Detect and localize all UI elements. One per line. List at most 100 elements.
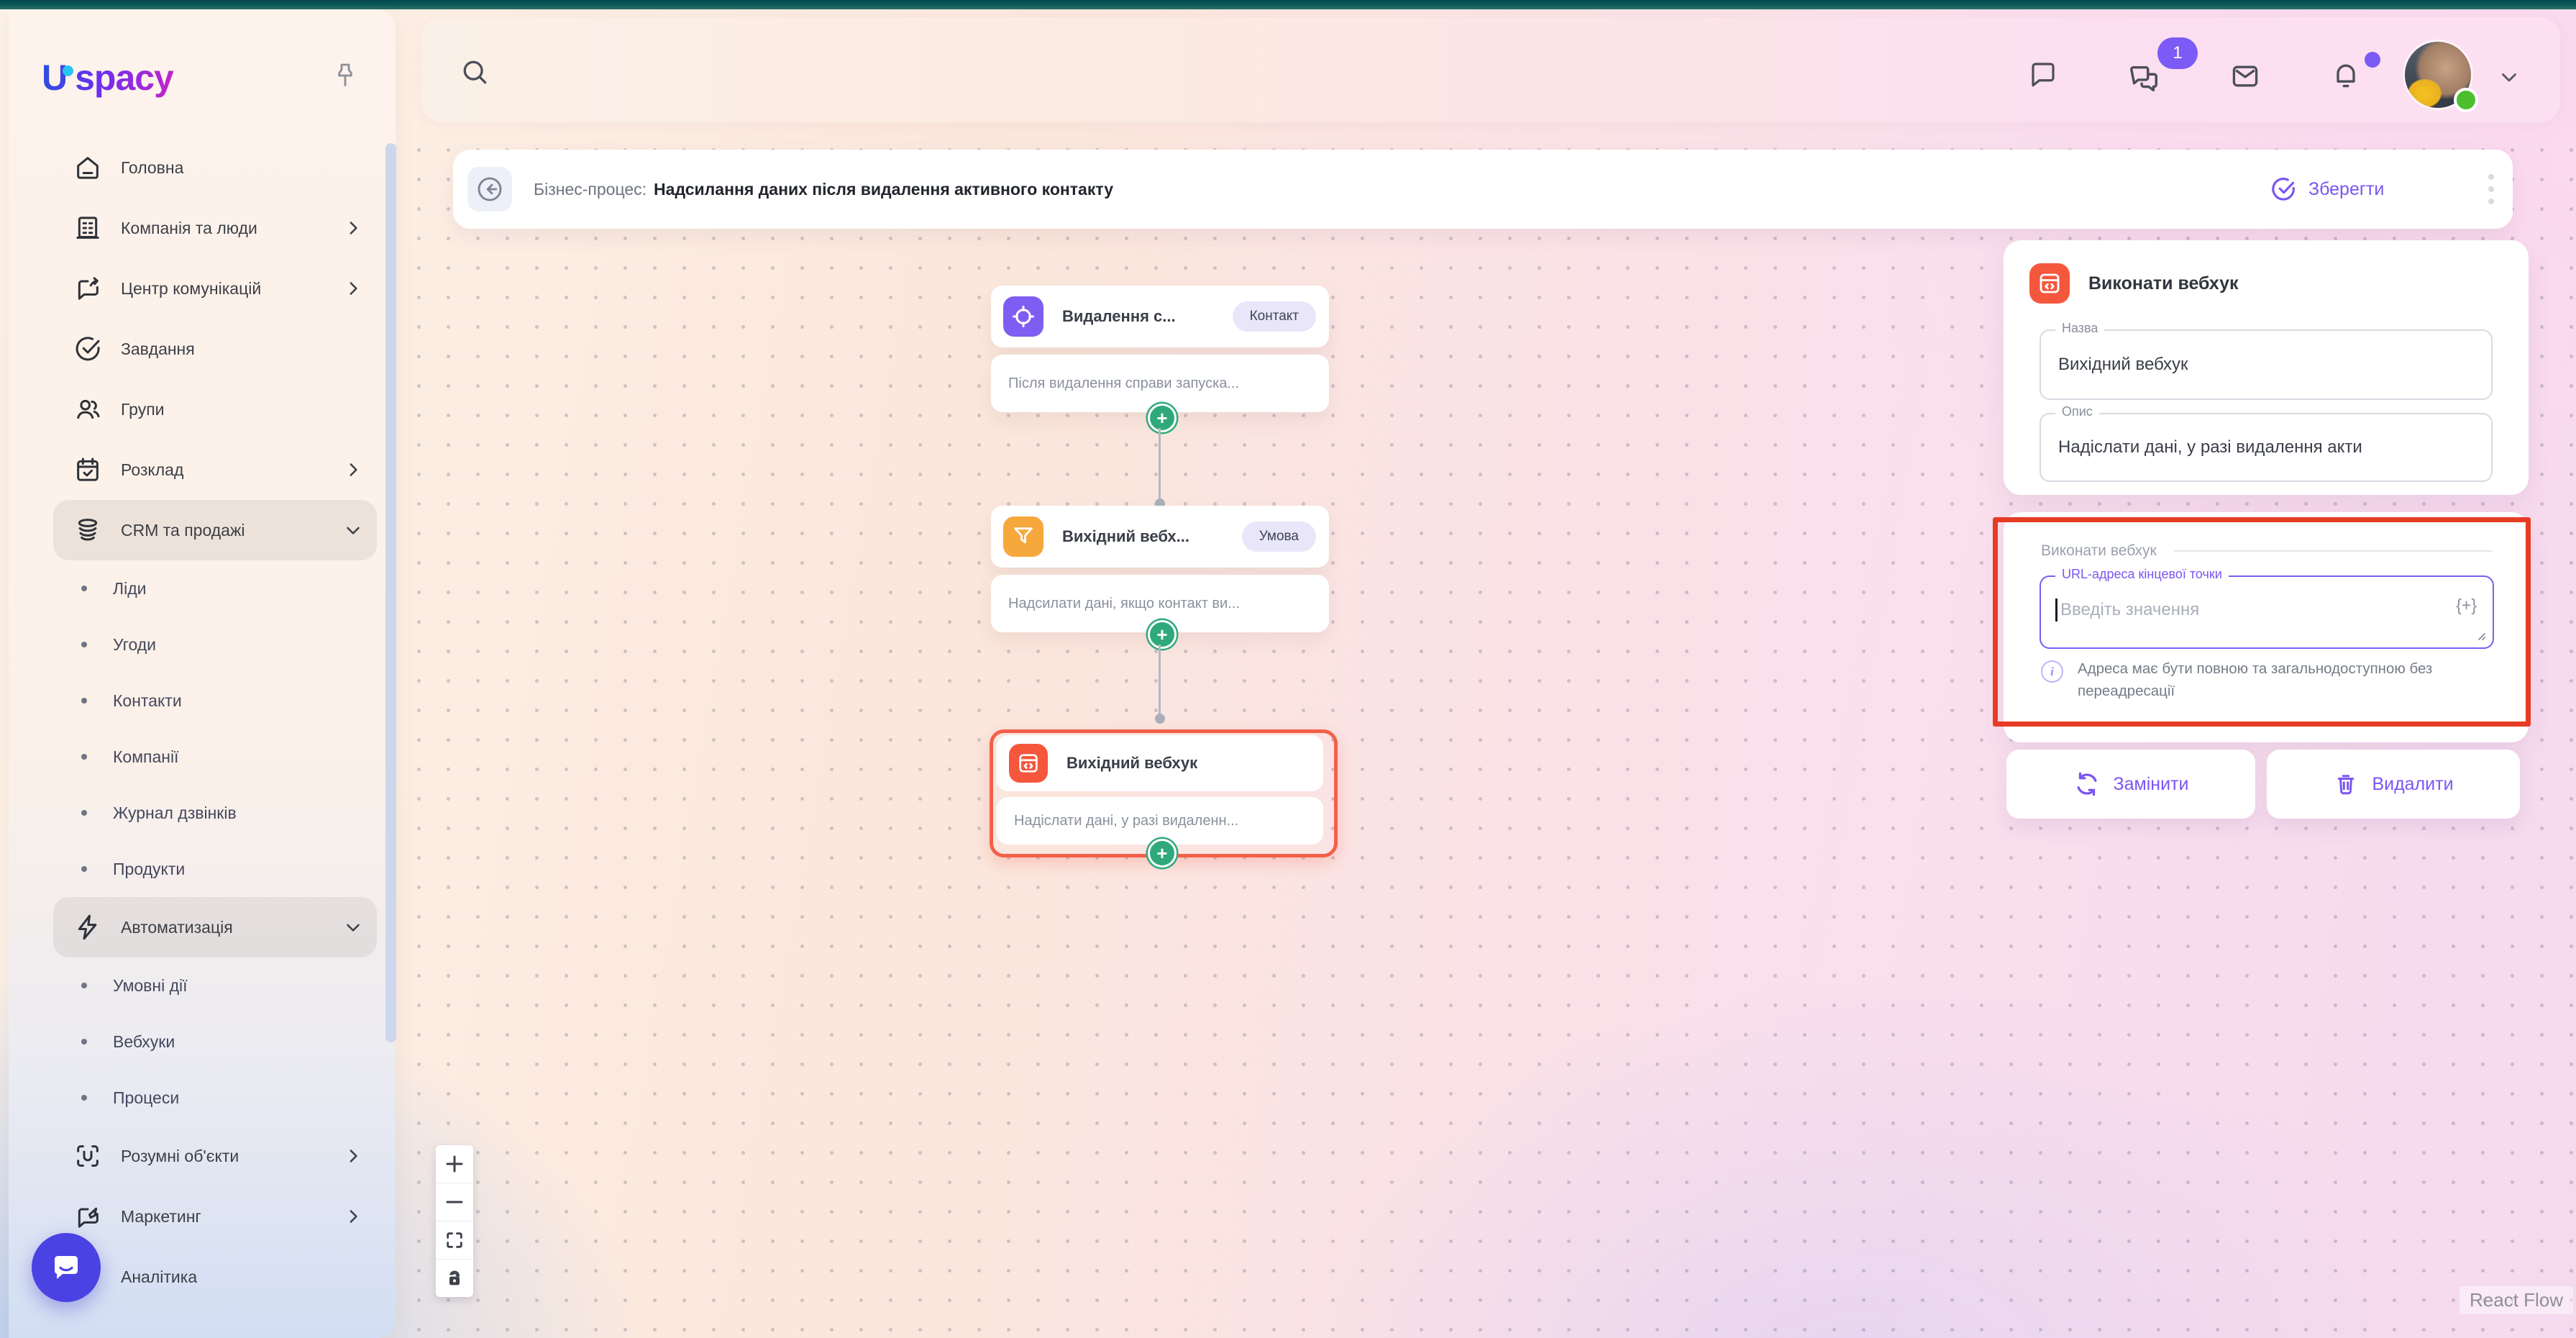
- chevron-right-icon: [342, 1145, 364, 1167]
- name-field[interactable]: Назва Вихідний вебхук: [2040, 321, 2493, 400]
- communications-icon: [73, 274, 102, 303]
- sidebar-item-deals[interactable]: Угоди: [53, 616, 377, 673]
- replace-refresh-icon: [2076, 772, 2097, 796]
- url-input[interactable]: URL-адреса кінцевої точки Введіть значен…: [2040, 567, 2494, 649]
- node-badge: Контакт: [1232, 301, 1316, 332]
- chats-icon: [2130, 65, 2157, 92]
- logo-dot-icon: [63, 65, 74, 77]
- panel-header: Виконати вебхук: [2029, 263, 2239, 304]
- sidebar-item-webhooks[interactable]: Вебхуки: [53, 1014, 377, 1070]
- webhook-settings-card: Виконати вебхук Назва Вихідний вебхук Оп…: [2004, 240, 2529, 495]
- sidebar-item-label: Угоди: [113, 634, 157, 654]
- url-hint-text: Адреса має бути повною та загальнодоступ…: [2078, 660, 2433, 699]
- replace-button[interactable]: Замінити: [2006, 750, 2255, 819]
- uspacy-logo[interactable]: Uspacy: [42, 57, 173, 99]
- description-field[interactable]: Опис Надіслати дані, у разі видалення ак…: [2040, 404, 2493, 482]
- sidebar-item-company[interactable]: Компанія та люди: [53, 198, 377, 258]
- sidebar-item-contacts[interactable]: Контакти: [53, 673, 377, 729]
- sidebar-item-leads[interactable]: Ліди: [53, 560, 377, 616]
- sidebar-item-companies[interactable]: Компанії: [53, 729, 377, 785]
- sidebar-item-tasks[interactable]: Завдання: [53, 319, 377, 379]
- fit-view-icon: [447, 1232, 462, 1248]
- back-button[interactable]: [467, 167, 512, 211]
- sidebar-item-label: Продукти: [113, 859, 186, 878]
- notifications-button[interactable]: [2330, 59, 2362, 91]
- section-label: Виконати вебхук: [2041, 542, 2157, 559]
- bullet-icon: [81, 1039, 87, 1045]
- sidebar-item-label: Головна: [121, 158, 184, 177]
- support-chat-button[interactable]: [32, 1233, 101, 1302]
- node-trigger-card[interactable]: Видалення с... Контакт: [991, 286, 1329, 347]
- zoom-out-button[interactable]: [436, 1183, 473, 1221]
- node-webhook-card[interactable]: Вихідний вебхук: [997, 735, 1323, 791]
- sidebar-item-automation[interactable]: Автоматизація: [53, 897, 377, 957]
- sidebar-scrollbar[interactable]: [385, 143, 396, 1042]
- online-status-dot: [2454, 88, 2478, 112]
- sidebar-item-marketing[interactable]: Маркетинг: [53, 1186, 377, 1247]
- sidebar-item-communications[interactable]: Центр комунікацій: [53, 258, 377, 319]
- add-step-handle[interactable]: +: [1148, 404, 1177, 432]
- sidebar-item-products[interactable]: Продукти: [53, 841, 377, 897]
- chevron-down-icon: [2502, 73, 2516, 82]
- plus-icon: [446, 1155, 463, 1173]
- sidebar-item-label: Журнал дзвінків: [113, 803, 237, 822]
- sidebar-item-analytics[interactable]: Аналітика: [53, 1247, 377, 1307]
- node-description-text: Після видалення справи запуска...: [1008, 375, 1240, 391]
- node-title: Видалення с...: [1062, 307, 1176, 325]
- chevron-right-icon: [342, 1206, 364, 1227]
- profile-menu-button[interactable]: [2497, 65, 2521, 89]
- bullet-icon: [81, 586, 87, 591]
- resize-grip-icon[interactable]: [2474, 629, 2487, 642]
- text-cursor: [2055, 599, 2057, 622]
- react-flow-attribution[interactable]: React Flow: [2459, 1286, 2574, 1314]
- save-label: Зберегти: [2308, 178, 2385, 199]
- tasks-icon: [73, 334, 102, 363]
- insert-variable-button[interactable]: {+}: [2456, 596, 2477, 615]
- save-button[interactable]: Зберегти: [2270, 150, 2384, 229]
- url-input-placeholder: Введіть значення: [2060, 600, 2200, 619]
- node-webhook-description[interactable]: Надіслати дані, у разі видаленн...: [997, 797, 1323, 845]
- sidebar-item-home[interactable]: Головна: [53, 137, 377, 198]
- sidebar-item-conditional-actions[interactable]: Умовні дії: [53, 957, 377, 1014]
- chats-button[interactable]: [2127, 62, 2160, 95]
- header-menu-button[interactable]: [2470, 168, 2513, 211]
- flow-edge: [1159, 428, 1161, 500]
- comment-button[interactable]: [2028, 59, 2058, 89]
- crm-icon: [73, 516, 102, 545]
- fit-view-button[interactable]: [436, 1221, 473, 1260]
- delete-button-label: Видалити: [2372, 773, 2454, 794]
- sidebar-item-call-log[interactable]: Журнал дзвінків: [53, 785, 377, 841]
- node-condition-card[interactable]: Вихідний вебх... Умова: [991, 506, 1329, 568]
- edge-dot: [1155, 714, 1165, 724]
- sidebar-item-label: Завдання: [121, 339, 195, 358]
- sidebar-item-label: Ліди: [113, 578, 147, 598]
- smart-objects-icon: [73, 1142, 102, 1170]
- sidebar-item-crm[interactable]: CRM та продажі: [53, 500, 377, 560]
- zoom-in-button[interactable]: [436, 1145, 473, 1183]
- sidebar-item-processes[interactable]: Процеси: [53, 1070, 377, 1126]
- window-top-bar: [0, 0, 2576, 9]
- automation-icon: [73, 913, 102, 942]
- add-step-handle[interactable]: +: [1148, 620, 1177, 649]
- chat-bubble-icon: [55, 1256, 78, 1279]
- minus-icon: [446, 1201, 463, 1203]
- delete-button[interactable]: Видалити: [2267, 750, 2520, 819]
- sidebar-item-label: Компанії: [113, 747, 179, 766]
- mail-button[interactable]: [2229, 60, 2261, 92]
- sidebar-item-smart-objects[interactable]: Розумні об'єкти: [53, 1126, 377, 1186]
- node-title: Вихідний вебхук: [1067, 754, 1198, 772]
- zoom-controls: [436, 1145, 473, 1297]
- pin-sidebar-button[interactable]: [331, 61, 360, 90]
- chevron-right-icon: [342, 459, 364, 481]
- section-divider: [2173, 550, 2493, 552]
- search-button[interactable]: [459, 56, 490, 88]
- lock-button[interactable]: [436, 1260, 473, 1297]
- chevron-right-icon: [342, 278, 364, 299]
- bullet-icon: [81, 698, 87, 704]
- description-field-label: Опис: [2055, 404, 2099, 419]
- company-icon: [73, 214, 102, 242]
- sidebar-item-groups[interactable]: Групи: [53, 379, 377, 440]
- trigger-target-icon: [1003, 296, 1043, 337]
- add-step-handle[interactable]: +: [1148, 839, 1177, 868]
- sidebar-item-schedule[interactable]: Розклад: [53, 440, 377, 500]
